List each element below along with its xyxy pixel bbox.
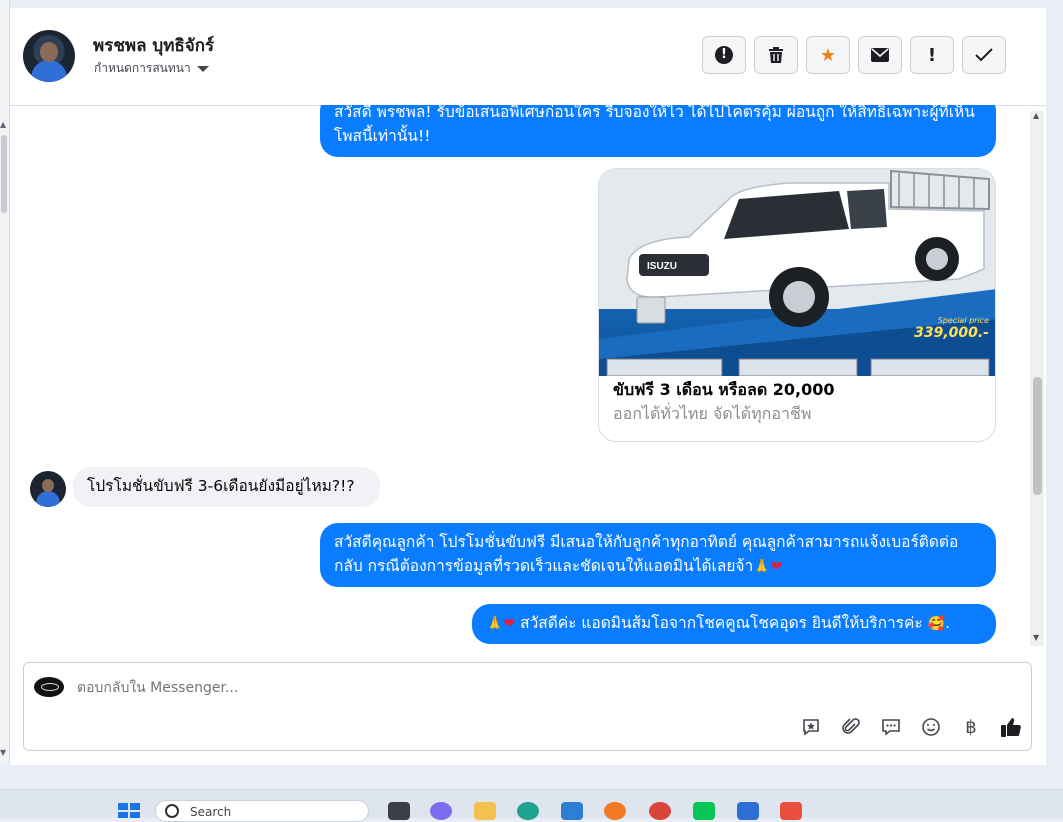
thumbs-up-icon <box>1001 718 1021 737</box>
payment-button[interactable]: ฿ <box>959 715 983 739</box>
line-app-icon[interactable] <box>693 802 715 820</box>
message-end-punct: . <box>945 614 950 632</box>
message-list: สวัสดี พรชพล! รับข้อเสนอพิเศษก่อนใคร รีบ… <box>10 105 1046 653</box>
saved-reply-button[interactable] <box>799 715 823 739</box>
chrome-icon[interactable] <box>649 802 671 820</box>
scrollbar-thumb[interactable] <box>1033 377 1042 495</box>
heart-emoji-icon: ❤ <box>770 559 783 575</box>
pray-emoji-icon: 🙏 <box>753 559 771 575</box>
ad-subtitle: ออกได้ทั่วไทย จัดได้ทุกอาชีพ <box>613 404 812 423</box>
snipping-tool-icon[interactable] <box>780 802 802 820</box>
file-explorer-icon[interactable] <box>474 802 496 820</box>
emoji-button[interactable] <box>919 715 943 739</box>
assign-conversation-label: กำหนดการสนทนา <box>94 61 191 75</box>
trash-icon <box>769 47 783 63</box>
task-view-icon[interactable] <box>388 802 410 820</box>
smiling-hearts-emoji-icon: 🥰 <box>927 616 946 632</box>
svg-text:ISUZU: ISUZU <box>647 261 677 272</box>
like-button[interactable] <box>999 715 1023 739</box>
taskbar-search[interactable]: Search <box>155 800 369 822</box>
os-taskbar: Search <box>0 789 1063 822</box>
spam-button[interactable]: ! <box>702 36 746 74</box>
attach-button[interactable] <box>839 715 863 739</box>
special-price-label: Special price <box>937 316 989 325</box>
composer-tools: ฿ <box>799 715 1023 739</box>
header-actions: ! ★ ! <box>702 36 1006 74</box>
left-panel-strip: ▲ ▼ <box>0 0 10 765</box>
message-scrollbar[interactable]: ▲ ▼ <box>1030 111 1044 646</box>
truck-illustration: ISUZU <box>599 169 995 376</box>
contact-avatar[interactable] <box>23 30 75 82</box>
chat-bubble-icon <box>882 719 900 736</box>
pickup-truck-image: ISUZU Special price 339,000.- <box>599 169 995 376</box>
outgoing-message[interactable]: สวัสดีคุณลูกค้า โปรโมชั่นขับฟรี มีเสนอให… <box>320 523 996 587</box>
message-text: สวัสดีคุณลูกค้า โปรโมชั่นขับฟรี มีเสนอให… <box>334 533 959 575</box>
outgoing-message[interactable]: 🙏❤ สวัสดีค่ะ แอดมินส้มโอจากโชคคูณโชคอุดร… <box>472 604 996 644</box>
notepad-icon[interactable] <box>737 802 759 820</box>
left-scrollbar-thumb[interactable] <box>1 135 7 213</box>
windows-start-icon[interactable] <box>118 803 140 818</box>
sender-avatar[interactable] <box>30 471 66 507</box>
follow-up-button[interactable]: ! <box>910 36 954 74</box>
pray-emoji-icon: 🙏 <box>486 616 504 632</box>
firefox-icon[interactable] <box>604 802 626 820</box>
heart-emoji-icon: ❤ <box>503 616 516 632</box>
scroll-up-arrow-icon[interactable]: ▲ <box>1033 111 1039 120</box>
search-icon <box>165 804 179 818</box>
mark-unread-button[interactable] <box>858 36 902 74</box>
envelope-icon <box>871 48 889 62</box>
conversation-panel: พรชพล บุทธิจักร์ กำหนดการสนทนา ! ★ ! สวั… <box>10 8 1046 765</box>
scroll-down-arrow-icon[interactable]: ▼ <box>0 748 6 757</box>
ad-card[interactable]: ISUZU Special price 339,000.- ขับฟรี 3 เ… <box>598 168 996 442</box>
reply-input[interactable] <box>77 677 777 699</box>
store-icon[interactable] <box>561 802 583 820</box>
caret-down-icon <box>196 65 209 72</box>
delete-button[interactable] <box>754 36 798 74</box>
star-icon: ★ <box>819 44 837 66</box>
price-value: 339,000.- <box>914 325 989 341</box>
page-logo-avatar <box>34 677 64 697</box>
exclamation-icon: ! <box>927 44 937 66</box>
scroll-up-arrow-icon[interactable]: ▲ <box>0 120 6 129</box>
message-templates-button[interactable] <box>879 715 903 739</box>
ad-title: ขับฟรี 3 เดือน หรือลด 20,000 <box>613 380 835 399</box>
paperclip-icon <box>842 718 860 734</box>
assign-conversation-dropdown[interactable]: กำหนดการสนทนา <box>94 59 209 78</box>
scroll-down-arrow-icon[interactable]: ▼ <box>1033 633 1039 642</box>
check-icon <box>975 48 993 62</box>
incoming-message[interactable]: โปรโมชั่นขับฟรี 3-6เดือนยังมีอยู่ไหม?!? <box>73 467 380 507</box>
price-tag: Special price 339,000.- <box>914 316 989 341</box>
edge-browser-icon[interactable] <box>517 802 539 820</box>
mark-done-button[interactable] <box>962 36 1006 74</box>
star-button[interactable]: ★ <box>806 36 850 74</box>
copilot-icon[interactable] <box>430 802 452 820</box>
baht-icon: ฿ <box>965 716 977 738</box>
smiley-icon <box>922 718 940 736</box>
conversation-header: พรชพล บุทธิจักร์ กำหนดการสนทนา ! ★ ! <box>10 8 1046 106</box>
reply-composer: ฿ <box>23 662 1032 751</box>
saved-reply-icon <box>803 719 819 736</box>
message-text: สวัสดีค่ะ แอดมินส้มโอจากโชคคูณโชคอุดร ยิ… <box>520 614 923 632</box>
contact-name[interactable]: พรชพล บุทธิจักร์ <box>93 32 214 59</box>
outgoing-message[interactable]: สวัสดี พรชพล! รับข้อเสนอพิเศษก่อนใคร รีบ… <box>320 105 996 157</box>
alert-circle-icon: ! <box>715 46 733 64</box>
